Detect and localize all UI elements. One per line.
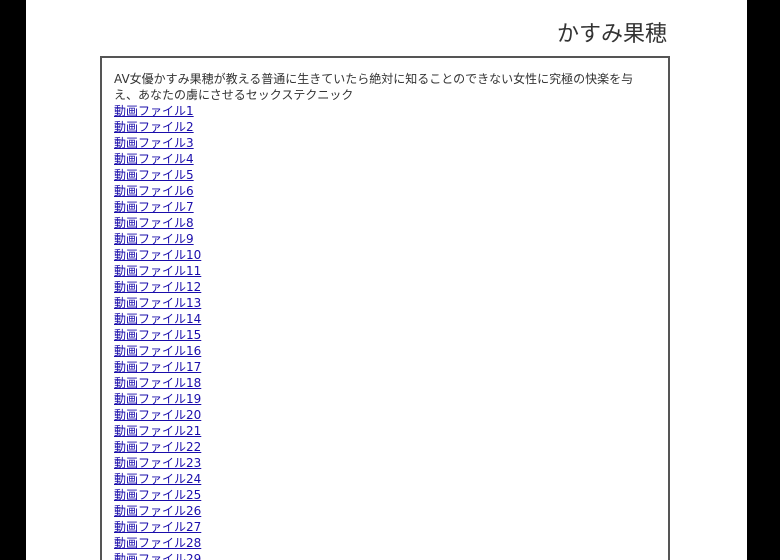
list-item: 動画ファイル1 [114,103,656,119]
content-box: AV女優かすみ果穂が教える普通に生きていたら絶対に知ることのできない女性に究極の… [100,56,670,560]
video-file-link[interactable]: 動画ファイル10 [114,248,201,262]
list-item: 動画ファイル19 [114,391,656,407]
list-item: 動画ファイル27 [114,519,656,535]
list-item: 動画ファイル4 [114,151,656,167]
list-item: 動画ファイル10 [114,247,656,263]
video-file-link[interactable]: 動画ファイル14 [114,312,201,326]
list-item: 動画ファイル16 [114,343,656,359]
list-item: 動画ファイル28 [114,535,656,551]
video-file-link[interactable]: 動画ファイル19 [114,392,201,406]
video-file-link[interactable]: 動画ファイル2 [114,120,194,134]
video-file-link[interactable]: 動画ファイル11 [114,264,201,278]
video-file-link[interactable]: 動画ファイル27 [114,520,201,534]
video-file-link[interactable]: 動画ファイル23 [114,456,201,470]
list-item: 動画ファイル9 [114,231,656,247]
video-file-link[interactable]: 動画ファイル9 [114,232,194,246]
list-item: 動画ファイル8 [114,215,656,231]
video-file-link[interactable]: 動画ファイル1 [114,104,194,118]
page-container: かすみ果穂 AV女優かすみ果穂が教える普通に生きていたら絶対に知ることのできない… [26,0,747,560]
video-file-list: 動画ファイル1 動画ファイル2 動画ファイル3 動画ファイル4 動画ファイル5 動画ファイ… [114,103,656,560]
video-file-link[interactable]: 動画ファイル15 [114,328,201,342]
video-file-link[interactable]: 動画ファイル5 [114,168,194,182]
list-item: 動画ファイル22 [114,439,656,455]
list-item: 動画ファイル23 [114,455,656,471]
list-item: 動画ファイル14 [114,311,656,327]
list-item: 動画ファイル3 [114,135,656,151]
video-file-link[interactable]: 動画ファイル18 [114,376,201,390]
intro-text: AV女優かすみ果穂が教える普通に生きていたら絶対に知ることのできない女性に究極の… [114,72,634,102]
list-item: 動画ファイル5 [114,167,656,183]
list-item: 動画ファイル6 [114,183,656,199]
video-file-link[interactable]: 動画ファイル4 [114,152,194,166]
list-item: 動画ファイル29 [114,551,656,560]
video-file-link[interactable]: 動画ファイル7 [114,200,194,214]
list-item: 動画ファイル24 [114,471,656,487]
video-file-link[interactable]: 動画ファイル6 [114,184,194,198]
video-file-link[interactable]: 動画ファイル12 [114,280,201,294]
video-file-link[interactable]: 動画ファイル25 [114,488,201,502]
video-file-link[interactable]: 動画ファイル13 [114,296,201,310]
list-item: 動画ファイル18 [114,375,656,391]
video-file-link[interactable]: 動画ファイル24 [114,472,201,486]
list-item: 動画ファイル13 [114,295,656,311]
video-file-link[interactable]: 動画ファイル21 [114,424,201,438]
video-file-link[interactable]: 動画ファイル20 [114,408,201,422]
list-item: 動画ファイル15 [114,327,656,343]
video-file-link[interactable]: 動画ファイル8 [114,216,194,230]
page-title: かすみ果穂 [556,22,667,47]
video-file-link[interactable]: 動画ファイル17 [114,360,201,374]
video-file-link[interactable]: 動画ファイル3 [114,136,194,150]
list-item: 動画ファイル12 [114,279,656,295]
video-file-link[interactable]: 動画ファイル28 [114,536,201,550]
video-file-link[interactable]: 動画ファイル22 [114,440,201,454]
video-file-link[interactable]: 動画ファイル29 [114,552,201,560]
list-item: 動画ファイル26 [114,503,656,519]
video-file-link[interactable]: 動画ファイル16 [114,344,201,358]
video-file-link[interactable]: 動画ファイル26 [114,504,201,518]
list-item: 動画ファイル25 [114,487,656,503]
list-item: 動画ファイル11 [114,263,656,279]
list-item: 動画ファイル21 [114,423,656,439]
list-item: 動画ファイル20 [114,407,656,423]
list-item: 動画ファイル2 [114,119,656,135]
list-item: 動画ファイル17 [114,359,656,375]
list-item: 動画ファイル7 [114,199,656,215]
